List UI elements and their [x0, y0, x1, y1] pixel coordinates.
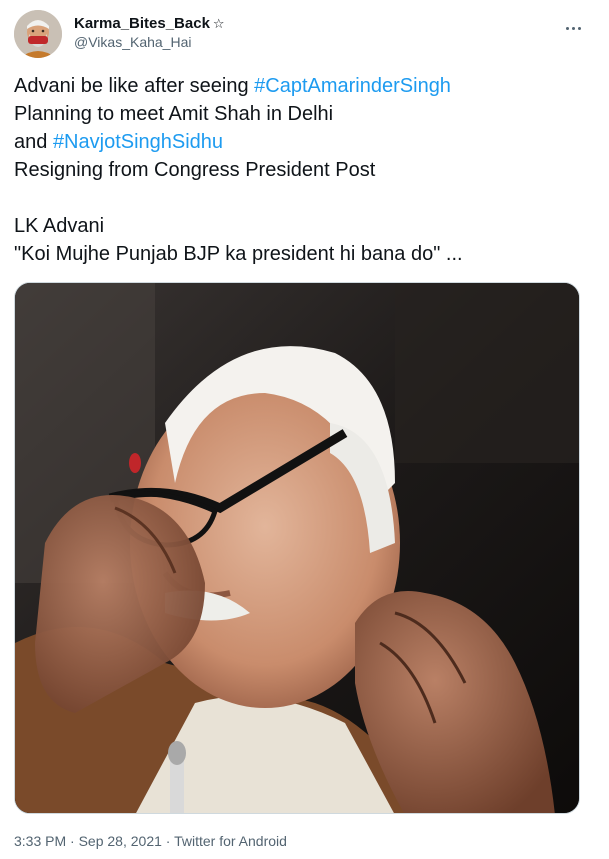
tweet-text-span: Advani be like after seeing — [14, 75, 255, 97]
hashtag-link-navjotsinghsidhu[interactable]: #NavjotSinghSidhu — [53, 131, 223, 153]
tweet-meta: 3:33 PM · Sep 28, 2021 · Twitter for And… — [14, 832, 287, 850]
tweet-line-2: Planning to meet Amit Shah in Delhi — [14, 103, 334, 125]
display-name-row[interactable]: Karma_Bites_Back ☆ — [74, 14, 225, 33]
tweet-text: Advani be like after seeing #CaptAmarind… — [14, 72, 594, 268]
tweet-source-link[interactable]: Twitter for Android — [174, 833, 287, 849]
tweet-line-6: LK Advani — [14, 215, 105, 237]
tweet-date-link[interactable]: Sep 28, 2021 — [79, 833, 162, 849]
author-names: Karma_Bites_Back ☆ @Vikas_Kaha_Hai — [74, 14, 225, 52]
more-options-button[interactable] — [559, 12, 587, 40]
tweet-line-7: "Koi Mujhe Punjab BJP ka president hi ba… — [14, 243, 463, 265]
photo-image — [15, 283, 579, 813]
user-handle[interactable]: @Vikas_Kaha_Hai — [74, 33, 225, 52]
meta-separator: · — [161, 833, 175, 849]
star-icon: ☆ — [212, 16, 225, 31]
tweet-line-3: and #NavjotSinghSidhu — [14, 128, 594, 156]
tweet-line-1: Advani be like after seeing #CaptAmarind… — [14, 72, 594, 100]
more-horizontal-icon — [564, 17, 582, 35]
tweet-time-link[interactable]: 3:33 PM — [14, 833, 66, 849]
tweet-photo[interactable] — [14, 282, 580, 814]
avatar-image — [14, 10, 62, 58]
meta-separator: · — [66, 833, 79, 849]
display-name[interactable]: Karma_Bites_Back — [74, 15, 210, 32]
tweet-header: Karma_Bites_Back ☆ @Vikas_Kaha_Hai — [14, 10, 595, 58]
avatar[interactable] — [14, 10, 62, 58]
tweet-line-4: Resigning from Congress President Post — [14, 159, 376, 181]
tweet-text-span: and — [14, 131, 53, 153]
hashtag-link-captamarindersingh[interactable]: #CaptAmarinderSingh — [254, 75, 451, 97]
tweet: Karma_Bites_Back ☆ @Vikas_Kaha_Hai Advani… — [0, 0, 609, 859]
